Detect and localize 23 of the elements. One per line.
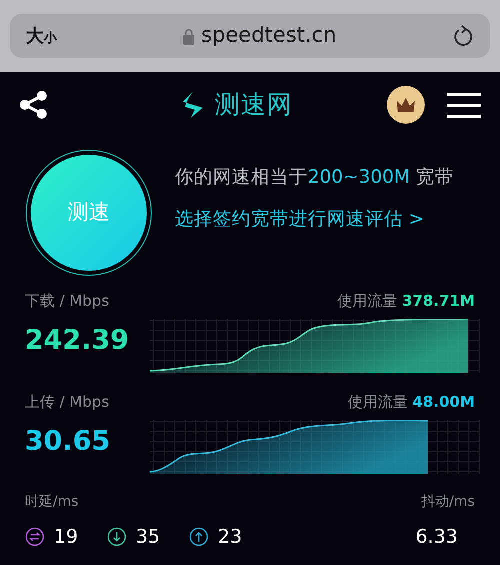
jitter-value: 6.33 — [416, 525, 458, 550]
text-size-button[interactable]: 大小 — [26, 22, 86, 50]
broadband-evaluation-link[interactable]: 选择签约宽带进行网速评估 > — [175, 206, 454, 234]
jitter-label: 抖动/ms — [421, 493, 475, 512]
lock-icon — [183, 28, 196, 44]
latency-value: 35 — [136, 525, 160, 550]
logo-text: 测速网 — [215, 89, 293, 122]
latency-value: 19 — [54, 525, 78, 550]
metric-label: 下载 / Mbps — [25, 291, 110, 312]
metric-value: 30.65 — [25, 424, 110, 458]
menu-icon[interactable] — [447, 92, 481, 118]
url-text[interactable]: speedtest.cn — [201, 20, 337, 52]
speed-comparison-text: 你的网速相当于200~300M 宽带 — [175, 166, 454, 190]
share-icon[interactable] — [19, 91, 49, 119]
traffic-text: 使用流量 48.00M — [348, 392, 475, 413]
latency-label: 时延/ms — [25, 493, 79, 512]
latency-value: 23 — [218, 525, 242, 550]
crown-icon[interactable] — [387, 86, 425, 124]
reload-icon[interactable] — [454, 25, 474, 47]
metric-label: 上传 / Mbps — [25, 392, 110, 413]
traffic-text: 使用流量 378.71M — [337, 291, 475, 312]
address-bar[interactable]: 大小 speedtest.cn — [10, 14, 490, 58]
metric-value: 242.39 — [25, 324, 130, 358]
